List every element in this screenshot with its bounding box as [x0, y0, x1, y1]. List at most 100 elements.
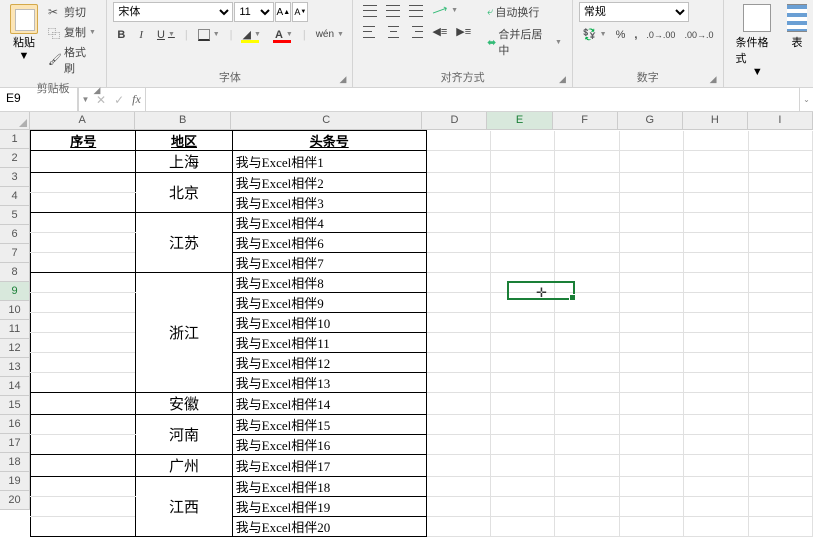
cell[interactable] [491, 353, 555, 373]
row-header-4[interactable]: 4 [0, 187, 30, 206]
cell[interactable] [426, 273, 490, 293]
spreadsheet-grid[interactable]: ABCDEFGHI 123456789101112131415161718192… [0, 112, 813, 544]
cell[interactable] [491, 435, 555, 455]
row-header-14[interactable]: 14 [0, 377, 30, 396]
cell[interactable] [748, 517, 812, 537]
cell[interactable] [748, 477, 812, 497]
cell[interactable] [555, 373, 619, 393]
cell[interactable] [491, 455, 555, 477]
wrap-text-button[interactable]: ⤶自动换行 [483, 2, 566, 22]
cell[interactable] [684, 497, 748, 517]
cell[interactable] [619, 213, 683, 233]
cell[interactable]: 序号 [31, 131, 136, 151]
cell[interactable]: 我与Excel相伴1 [232, 151, 426, 173]
cell[interactable] [555, 233, 619, 253]
cell[interactable] [31, 517, 136, 537]
cell[interactable] [684, 293, 748, 313]
font-size-select[interactable]: 11 [234, 2, 274, 22]
cell[interactable] [684, 193, 748, 213]
cell[interactable]: 浙江 [136, 273, 232, 393]
cell[interactable]: 我与Excel相伴7 [232, 253, 426, 273]
cell[interactable] [555, 477, 619, 497]
cell[interactable] [748, 233, 812, 253]
cell[interactable] [555, 293, 619, 313]
number-format-select[interactable]: 常规 [579, 2, 689, 22]
dialog-launcher-icon[interactable]: ◢ [339, 74, 346, 85]
cell[interactable] [426, 131, 490, 151]
col-header-E[interactable]: E [487, 112, 552, 130]
cut-button[interactable]: 剪切 [44, 2, 100, 22]
cell[interactable] [31, 455, 136, 477]
cell[interactable] [619, 415, 683, 435]
borders-button[interactable]: ▼ [194, 27, 224, 43]
col-header-A[interactable]: A [30, 112, 135, 130]
cell[interactable] [684, 393, 748, 415]
italic-button[interactable]: I [135, 27, 147, 43]
col-header-I[interactable]: I [748, 112, 813, 130]
cell[interactable] [426, 253, 490, 273]
cell[interactable]: 头条号 [232, 131, 426, 151]
select-all-corner[interactable] [0, 112, 30, 130]
cell[interactable] [619, 293, 683, 313]
cell[interactable] [491, 373, 555, 393]
cell[interactable] [555, 353, 619, 373]
cell[interactable] [555, 517, 619, 537]
col-header-C[interactable]: C [231, 112, 422, 130]
cell[interactable]: 我与Excel相伴20 [232, 517, 426, 537]
cell[interactable]: 我与Excel相伴2 [232, 173, 426, 193]
cell[interactable]: 我与Excel相伴11 [232, 333, 426, 353]
cell[interactable] [491, 193, 555, 213]
cell[interactable] [491, 233, 555, 253]
cell[interactable] [491, 517, 555, 537]
cell[interactable] [426, 517, 490, 537]
cell[interactable] [31, 233, 136, 253]
col-header-F[interactable]: F [553, 112, 618, 130]
cell[interactable] [31, 415, 136, 435]
col-header-H[interactable]: H [683, 112, 748, 130]
cell[interactable] [491, 213, 555, 233]
row-header-17[interactable]: 17 [0, 434, 30, 453]
cell[interactable] [426, 497, 490, 517]
cell[interactable] [31, 435, 136, 455]
cell[interactable]: 江苏 [136, 213, 232, 273]
cell[interactable] [684, 313, 748, 333]
cell[interactable] [748, 393, 812, 415]
row-headers[interactable]: 1234567891011121314151617181920 [0, 130, 30, 510]
conditional-format-button[interactable]: 条件格式 ▼ [730, 2, 786, 80]
comma-button[interactable]: , [630, 27, 641, 43]
row-header-13[interactable]: 13 [0, 358, 30, 377]
cell[interactable] [31, 333, 136, 353]
cell[interactable] [555, 455, 619, 477]
row-header-11[interactable]: 11 [0, 320, 30, 339]
cell[interactable] [555, 173, 619, 193]
cell[interactable] [748, 455, 812, 477]
cell[interactable] [619, 151, 683, 173]
cell[interactable]: 上海 [136, 151, 232, 173]
cell[interactable] [555, 253, 619, 273]
format-table-button[interactable]: 表 [787, 2, 807, 52]
align-center-button[interactable] [382, 24, 404, 40]
cell[interactable] [491, 173, 555, 193]
dialog-launcher-icon[interactable]: ◢ [710, 74, 717, 85]
col-header-G[interactable]: G [618, 112, 683, 130]
cell[interactable] [491, 131, 555, 151]
cell[interactable] [426, 373, 490, 393]
cell[interactable] [684, 477, 748, 497]
cell[interactable]: 我与Excel相伴9 [232, 293, 426, 313]
cell[interactable] [748, 151, 812, 173]
cell[interactable] [748, 497, 812, 517]
dialog-launcher-icon[interactable]: ◢ [93, 85, 100, 96]
cell[interactable] [426, 151, 490, 173]
cell[interactable] [31, 173, 136, 193]
cell[interactable] [684, 373, 748, 393]
cell[interactable] [555, 193, 619, 213]
cell[interactable] [619, 353, 683, 373]
font-color-button[interactable]: A▼ [271, 27, 297, 43]
confirm-formula-button[interactable]: ✓ [114, 93, 124, 107]
orientation-button[interactable]: ⟶▼ [428, 2, 462, 19]
cell[interactable] [748, 273, 812, 293]
cell[interactable] [31, 293, 136, 313]
cell[interactable] [684, 233, 748, 253]
paste-button[interactable]: 粘贴 ▼ [6, 2, 42, 64]
accounting-format-button[interactable]: 💱▼ [579, 26, 611, 43]
